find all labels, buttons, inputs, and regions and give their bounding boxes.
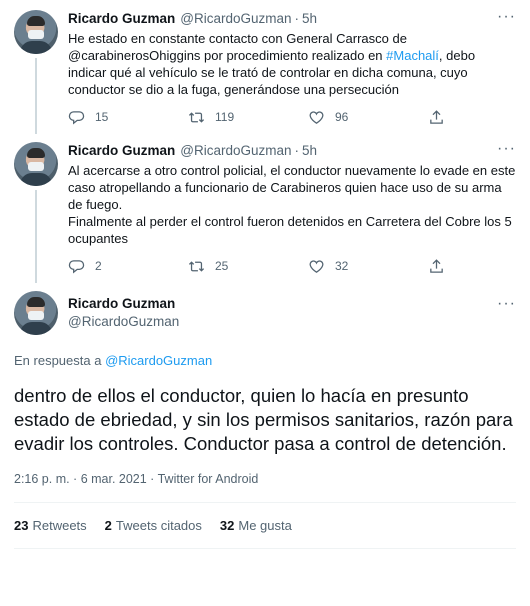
tweet-time[interactable]: 5h <box>302 142 317 160</box>
quotes-count: 2 <box>104 518 112 533</box>
share-button[interactable] <box>428 109 455 126</box>
avatar-column <box>14 142 58 283</box>
reply-prefix: En respuesta a <box>14 353 106 368</box>
reply-icon <box>68 110 85 124</box>
main-tweet: Ricardo Guzman @RicardoGuzman ··· En res… <box>0 283 530 549</box>
likes-stat[interactable]: 32 Me gusta <box>220 518 292 533</box>
share-icon <box>430 258 443 273</box>
thread-line <box>35 58 37 134</box>
reply-count: 2 <box>95 259 102 273</box>
retweets-label: Retweets <box>32 518 87 533</box>
quotes-label: Tweets citados <box>115 518 202 533</box>
tweet-text: He estado en constante contacto con Gene… <box>68 30 516 98</box>
quotes-stat[interactable]: 2 Tweets citados <box>105 518 202 533</box>
retweet-button[interactable]: 119 <box>188 109 308 126</box>
author-name[interactable]: Ricardo Guzman <box>68 295 179 313</box>
more-icon[interactable]: ··· <box>497 140 516 158</box>
separator-dot: · <box>294 11 300 26</box>
hashtag-link[interactable]: #Machalí <box>386 48 439 63</box>
share-icon <box>430 109 443 124</box>
reply-handle-link[interactable]: @RicardoGuzman <box>105 353 212 368</box>
share-button[interactable] <box>428 258 455 275</box>
avatar[interactable] <box>14 142 58 186</box>
reply-count: 15 <box>95 110 109 124</box>
like-button[interactable]: 96 <box>308 109 428 126</box>
tweet-content: Ricardo Guzman @RicardoGuzman · 5h ··· H… <box>58 8 516 134</box>
reply-icon <box>68 259 85 273</box>
avatar-column <box>14 10 58 134</box>
retweet-icon <box>188 111 205 123</box>
reply-button[interactable]: 2 <box>68 258 188 275</box>
separator-dot: · <box>294 143 300 158</box>
like-count: 96 <box>335 110 349 124</box>
tweet[interactable]: Ricardo Guzman @RicardoGuzman · 5h ··· A… <box>0 134 530 283</box>
like-count: 32 <box>335 259 349 273</box>
author-handle[interactable]: @RicardoGuzman <box>180 142 291 160</box>
avatar[interactable] <box>14 291 58 335</box>
likes-count: 32 <box>219 518 235 533</box>
author-name[interactable]: Ricardo Guzman <box>68 142 175 160</box>
tweet-actions: 2 25 32 <box>68 249 516 283</box>
main-tweet-text: dentro de ellos el conductor, quien lo h… <box>14 385 513 454</box>
tweet-metadata[interactable]: 2:16 p. m. · 6 mar. 2021 · Twitter for A… <box>14 472 516 503</box>
tweet-actions: 15 119 96 <box>68 100 516 134</box>
retweets-count: 23 <box>14 518 29 533</box>
author-handle[interactable]: @RicardoGuzman <box>180 10 291 28</box>
reply-context: En respuesta a @RicardoGuzman <box>14 353 516 368</box>
tweet-text-part: He estado en constante contacto con Gene… <box>68 31 411 63</box>
author-handle[interactable]: @RicardoGuzman <box>68 313 179 331</box>
retweets-stat[interactable]: 23 Retweets <box>14 518 87 533</box>
like-icon <box>309 110 324 124</box>
retweet-count: 25 <box>215 259 229 273</box>
tweet-header: Ricardo Guzman @RicardoGuzman · 5h ··· <box>68 8 516 28</box>
author-name[interactable]: Ricardo Guzman <box>68 10 175 28</box>
retweet-count: 119 <box>215 110 235 124</box>
tweet-content: Ricardo Guzman @RicardoGuzman · 5h ··· A… <box>58 140 516 283</box>
main-tweet-header: Ricardo Guzman @RicardoGuzman ··· <box>14 291 516 335</box>
tweet-time[interactable]: 5h <box>302 10 317 28</box>
likes-label: Me gusta <box>238 518 292 533</box>
tweet-header: Ricardo Guzman @RicardoGuzman · 5h ··· <box>68 140 516 160</box>
more-icon[interactable]: ··· <box>497 8 516 26</box>
thread-line <box>35 190 37 283</box>
tweet-stats: 23 Retweets 2 Tweets citados 32 Me gusta <box>14 503 516 549</box>
retweet-icon <box>188 260 205 272</box>
author-names: Ricardo Guzman @RicardoGuzman <box>68 295 179 331</box>
retweet-button[interactable]: 25 <box>188 258 308 275</box>
tweet-text: Al acercarse a otro control policial, el… <box>68 163 516 246</box>
tweet[interactable]: Ricardo Guzman @RicardoGuzman · 5h ··· H… <box>0 0 530 134</box>
more-icon[interactable]: ··· <box>497 295 516 313</box>
like-icon <box>309 259 324 273</box>
reply-button[interactable]: 15 <box>68 109 188 126</box>
avatar[interactable] <box>14 10 58 54</box>
like-button[interactable]: 32 <box>308 258 428 275</box>
